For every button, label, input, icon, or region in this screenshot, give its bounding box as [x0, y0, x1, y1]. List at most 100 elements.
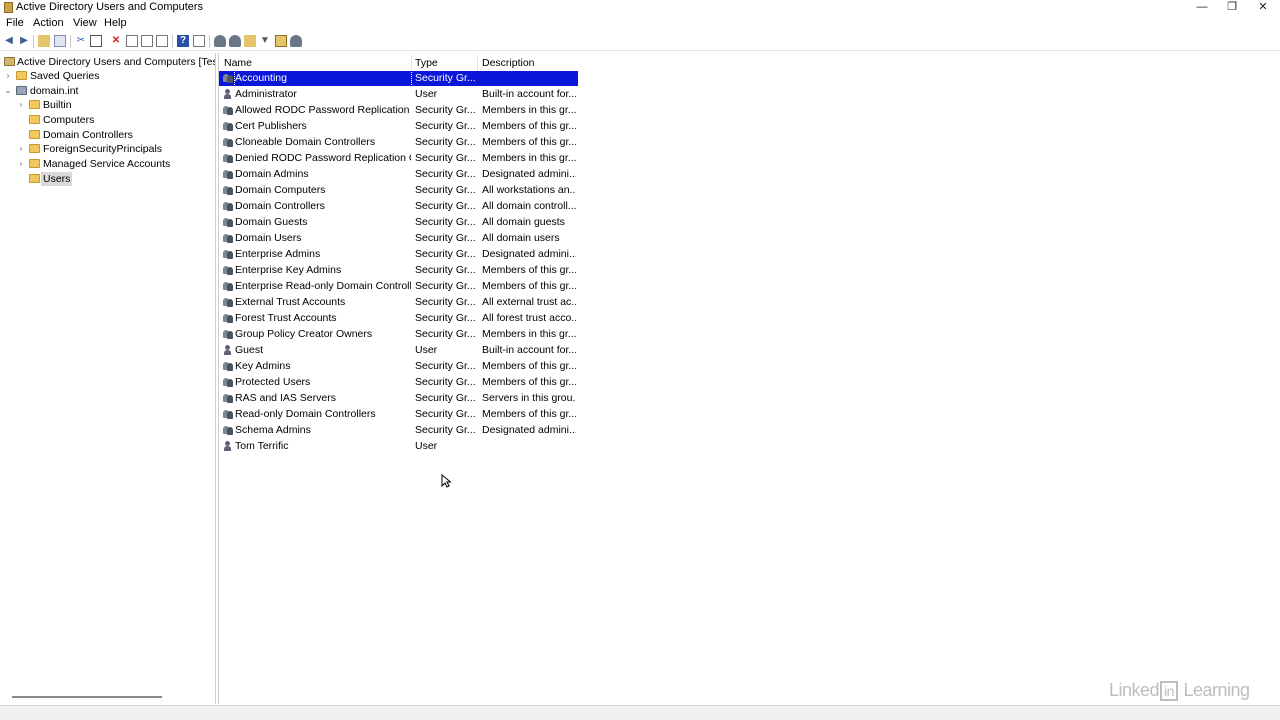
tree-item-users[interactable]: Users [17, 172, 215, 186]
table-row[interactable]: External Trust Accounts Security Gr... All… [219, 295, 578, 310]
cell-description: Members of this gr... [482, 264, 576, 276]
table-row[interactable]: Domain Users Security Gr... All domain use… [219, 231, 578, 246]
refresh-icon[interactable] [141, 35, 153, 47]
cell-description: Members of this gr... [482, 376, 576, 388]
cell-name: Enterprise Key Admins [235, 264, 342, 276]
table-row[interactable]: Key Admins Security Gr... Members of this … [219, 359, 578, 374]
menu-file[interactable]: File [6, 17, 24, 29]
export-list-icon[interactable] [156, 35, 168, 47]
group-icon [223, 249, 233, 259]
delete-icon[interactable]: ✕ [110, 35, 122, 47]
cell-name: RAS and IAS Servers [235, 392, 336, 404]
table-row[interactable]: Cert Publishers Security Gr... Members of … [219, 119, 578, 134]
table-row[interactable]: Group Policy Creator Owners Security Gr..… [219, 327, 578, 342]
mouse-cursor-icon [441, 474, 451, 488]
column-header-type[interactable]: Type [415, 56, 438, 70]
column-divider[interactable] [411, 55, 412, 71]
help-icon[interactable]: ? [177, 35, 189, 47]
tree-horizontal-scrollbar[interactable] [12, 696, 162, 698]
cell-type: Security Gr... [415, 184, 475, 196]
table-row[interactable]: Tom Terrific User [219, 439, 578, 454]
cell-description: Designated admini... [482, 168, 576, 180]
menu-help[interactable]: Help [104, 17, 127, 29]
cell-name: Enterprise Admins [235, 248, 321, 260]
tree-item-managed-service-accounts[interactable]: › Managed Service Accounts [17, 157, 215, 171]
show-hide-console-tree-icon[interactable] [54, 35, 66, 47]
table-row[interactable]: Denied RODC Password Replication G... Sec… [219, 151, 578, 166]
cell-description: All external trust ac... [482, 296, 576, 308]
table-row[interactable]: Schema Admins Security Gr... Designated ad… [219, 423, 578, 438]
group-icon [223, 265, 233, 275]
cell-name: Administrator [235, 88, 297, 100]
cell-type: Security Gr... [415, 424, 475, 436]
table-row[interactable]: Domain Guests Security Gr... All domain gu… [219, 215, 578, 230]
chevron-right-icon[interactable]: › [17, 157, 25, 171]
find-icon[interactable] [275, 35, 287, 47]
table-row[interactable]: Guest User Built-in account for... [219, 343, 578, 358]
table-row[interactable]: Cloneable Domain Controllers Security Gr.… [219, 135, 578, 150]
menu-action[interactable]: Action [33, 17, 64, 29]
up-folder-icon[interactable] [38, 35, 50, 47]
table-row[interactable]: Administrator User Built-in account for... [219, 87, 578, 102]
group-icon [223, 361, 233, 371]
tree-item-builtin[interactable]: › Builtin [17, 98, 215, 112]
table-row[interactable]: Accounting Security Gr... [219, 70, 578, 87]
chevron-right-icon[interactable]: › [17, 98, 25, 112]
menu-view[interactable]: View [73, 17, 97, 29]
cell-description: All domain controll... [482, 200, 576, 212]
cell-name: External Trust Accounts [235, 296, 346, 308]
minimize-button[interactable]: — [1187, 0, 1217, 16]
copy-icon[interactable] [90, 35, 102, 47]
back-arrow-icon[interactable]: ◀ [3, 35, 15, 47]
maximize-button[interactable]: ❐ [1217, 0, 1247, 16]
table-row[interactable]: Enterprise Key Admins Security Gr... Membe… [219, 263, 578, 278]
tree-item-foreign-security-principals[interactable]: › ForeignSecurityPrincipals [17, 142, 215, 156]
cell-name: Schema Admins [235, 424, 311, 436]
cell-name: Denied RODC Password Replication G... [235, 152, 411, 164]
new-ou-icon[interactable] [244, 35, 256, 47]
tree-root[interactable]: Active Directory Users and Computers [Te… [4, 55, 215, 69]
cell-type: User [415, 88, 438, 100]
table-row[interactable]: Allowed RODC Password Replication ... Sec… [219, 103, 578, 118]
forward-arrow-icon[interactable]: ▶ [18, 35, 30, 47]
chevron-right-icon[interactable]: › [4, 69, 12, 83]
chevron-down-icon[interactable]: ⌄ [4, 84, 12, 98]
new-group-icon[interactable] [229, 35, 241, 47]
properties-icon[interactable] [126, 35, 138, 47]
table-row[interactable]: Domain Controllers Security Gr... All doma… [219, 199, 578, 214]
table-row[interactable]: Read-only Domain Controllers Security Gr.… [219, 407, 578, 422]
close-button[interactable]: ✕ [1248, 0, 1278, 16]
folder-icon [16, 71, 27, 80]
add-to-group-icon[interactable] [290, 35, 302, 47]
cell-name: Allowed RODC Password Replication ... [235, 104, 411, 116]
table-row[interactable]: Forest Trust Accounts Security Gr... All f… [219, 311, 578, 326]
cell-type: Security Gr... [415, 200, 475, 212]
cell-type: Security Gr... [415, 392, 475, 404]
new-user-icon[interactable] [214, 35, 226, 47]
table-row[interactable]: Domain Computers Security Gr... All workst… [219, 183, 578, 198]
filter-icon[interactable]: ▼ [259, 35, 271, 47]
table-row[interactable]: RAS and IAS Servers Security Gr... Servers… [219, 391, 578, 406]
column-header-name[interactable]: Name [224, 56, 252, 70]
cell-description: Members of this gr... [482, 360, 576, 372]
console-tree[interactable]: Active Directory Users and Computers [Te… [0, 53, 216, 704]
table-row[interactable]: Enterprise Admins Security Gr... Designate… [219, 247, 578, 262]
folder-icon [29, 144, 40, 153]
cell-description: Members in this gr... [482, 328, 576, 340]
action-pane-icon[interactable] [193, 35, 205, 47]
table-row[interactable]: Enterprise Read-only Domain Controll... S… [219, 279, 578, 294]
tree-item-domain-controllers[interactable]: Domain Controllers [17, 128, 215, 142]
column-divider[interactable] [477, 55, 478, 71]
details-list[interactable]: Name Type Description Accounting Security… [218, 53, 1280, 704]
chevron-right-icon[interactable]: › [17, 142, 25, 156]
table-row[interactable]: Domain Admins Security Gr... Designated ad… [219, 167, 578, 182]
folder-icon [29, 115, 40, 124]
column-header-description[interactable]: Description [482, 56, 535, 70]
cell-name: Group Policy Creator Owners [235, 328, 373, 340]
table-row[interactable]: Protected Users Security Gr... Members of … [219, 375, 578, 390]
tree-item-computers[interactable]: Computers [17, 113, 215, 127]
tree-item-domain[interactable]: ⌄ domain.int [4, 84, 215, 98]
cut-icon[interactable]: ✂ [75, 35, 87, 47]
cell-description: Members in this gr... [482, 152, 576, 164]
tree-item-saved-queries[interactable]: › Saved Queries [4, 69, 215, 83]
